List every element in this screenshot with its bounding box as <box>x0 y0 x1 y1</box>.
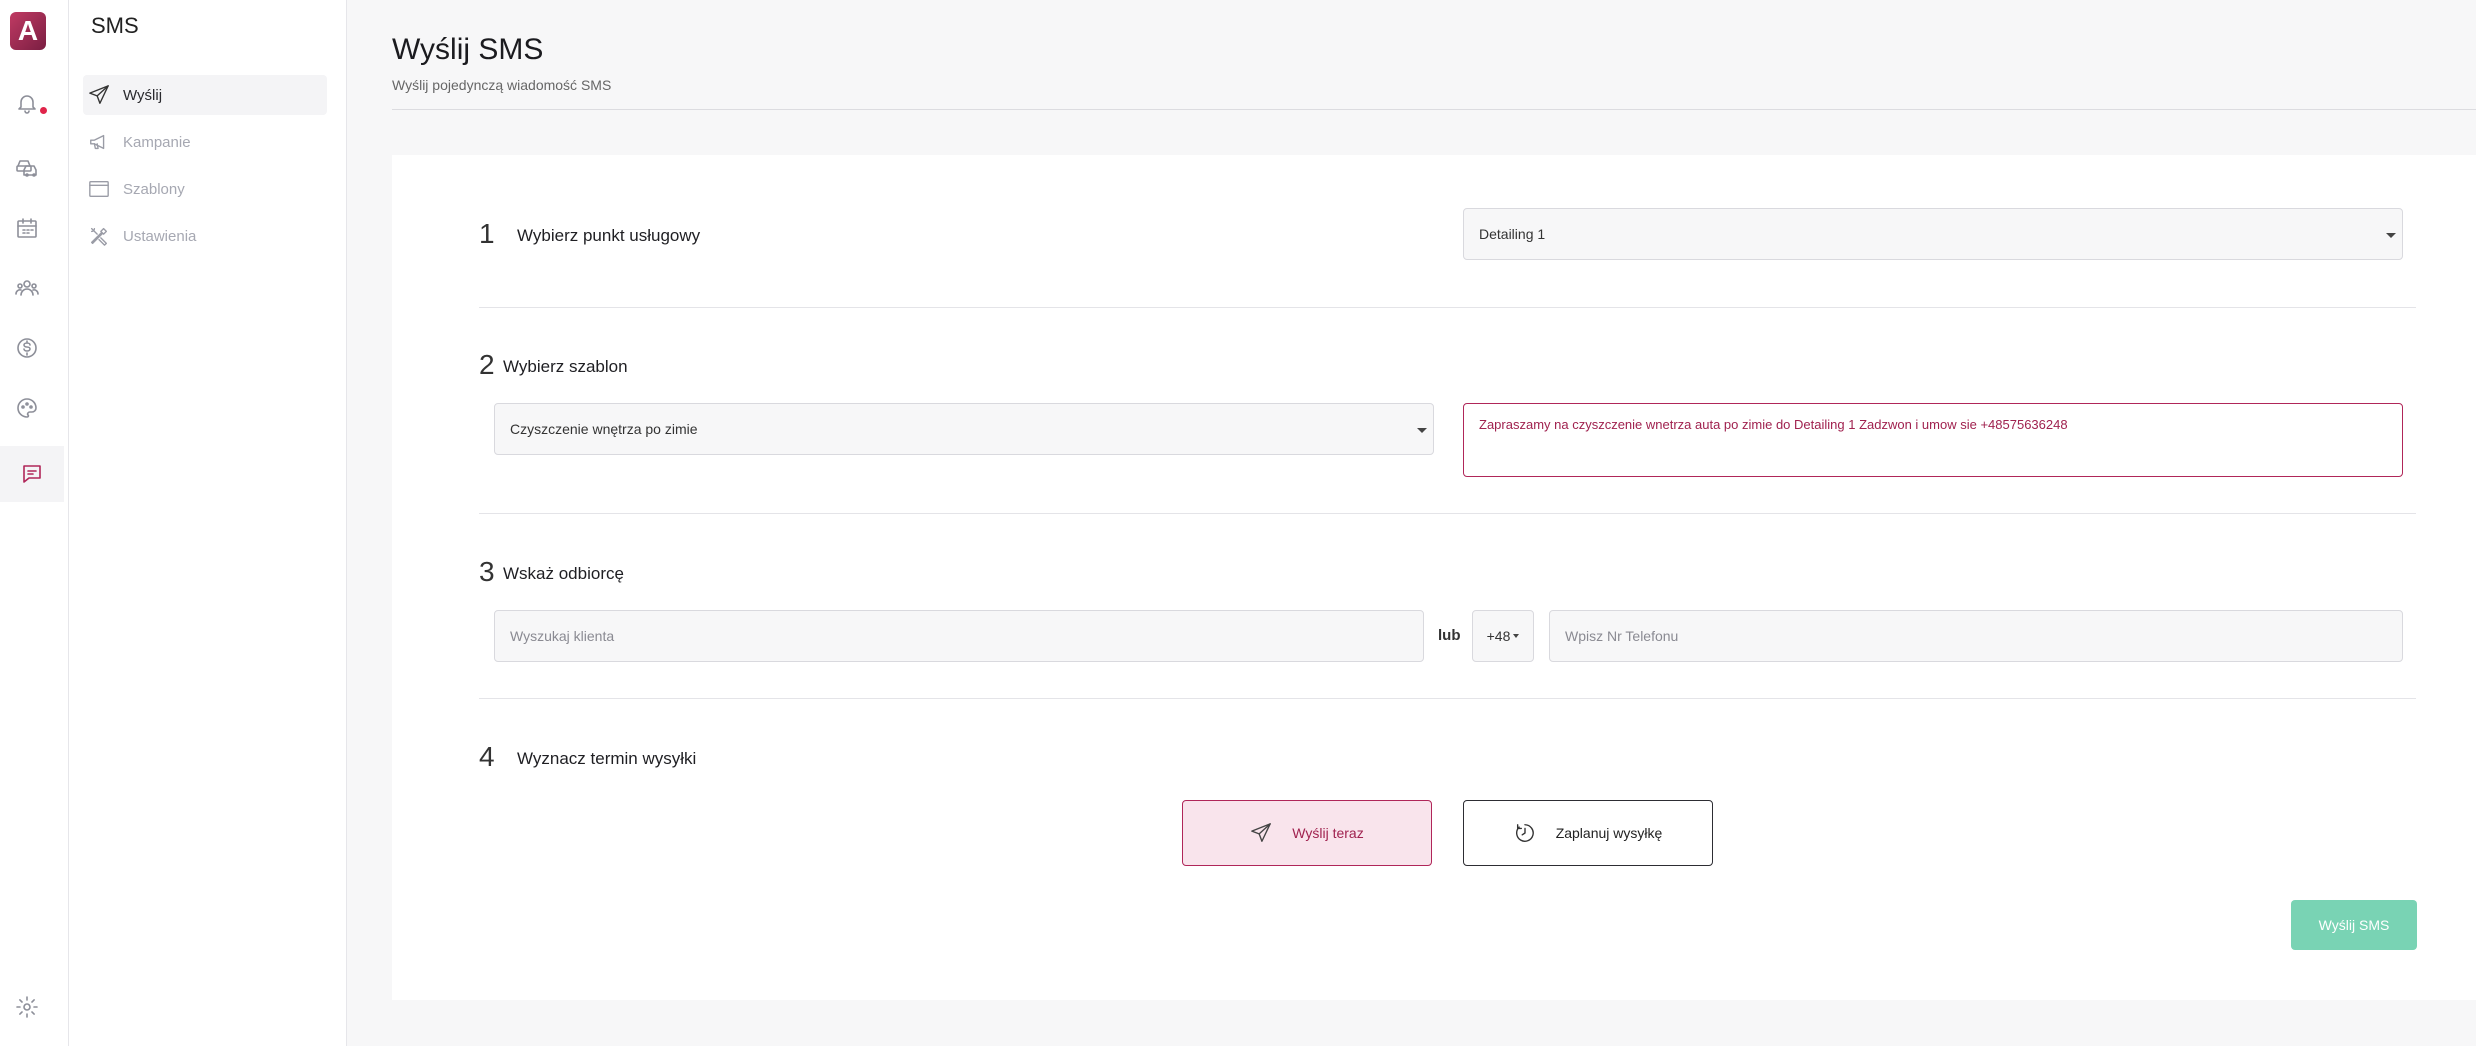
megaphone-icon <box>90 134 105 150</box>
schedule-option[interactable]: Zaplanuj wysyłkę <box>1463 800 1713 866</box>
subnav-item-campaigns[interactable]: Kampanie <box>83 122 327 162</box>
icon-rail: A <box>0 0 69 1046</box>
subnav-item-templates[interactable]: Szablony <box>83 169 327 209</box>
chevron-down-icon <box>1417 428 1427 433</box>
template-preview[interactable]: Zapraszamy na czyszczenie wnetrza auta p… <box>1463 403 2403 477</box>
rail-appearance[interactable] <box>0 386 54 430</box>
dollar-icon <box>17 338 37 358</box>
app-logo[interactable]: A <box>10 12 46 50</box>
rail-service[interactable] <box>0 146 54 190</box>
rail-clients[interactable] <box>0 266 54 310</box>
subnav-item-settings[interactable]: Ustawienia <box>83 216 327 256</box>
step-1-number: 1 <box>479 218 495 249</box>
template-icon <box>89 180 109 198</box>
sms-subnav: SMS Wyślij Kampanie Szablony Ustawienia <box>69 0 347 1046</box>
rail-sms[interactable] <box>0 446 64 502</box>
template-select[interactable]: Czyszczenie wnętrza po zimie <box>494 403 1434 455</box>
send-icon <box>89 85 109 104</box>
step-2-title: Wybierz szablon <box>503 357 628 376</box>
divider <box>479 513 2416 514</box>
notification-dot <box>40 107 47 114</box>
sms-chat-icon <box>23 465 41 483</box>
client-search-input[interactable] <box>494 610 1424 662</box>
rail-calendar[interactable] <box>0 206 54 250</box>
clients-icon <box>15 280 39 296</box>
timer-icon <box>1515 824 1534 842</box>
rail-notifications[interactable] <box>0 81 54 125</box>
subnav-item-label: Kampanie <box>123 133 191 151</box>
service-point-select[interactable]: Detailing 1 <box>1463 208 2403 260</box>
country-prefix-select[interactable]: +48 <box>1472 610 1534 662</box>
subnav-title: SMS <box>91 13 139 38</box>
subnav-item-label: Wyślij <box>123 86 163 104</box>
bell-icon <box>18 95 36 114</box>
logo-letter: A <box>17 15 39 46</box>
rail-settings[interactable] <box>0 985 54 1029</box>
subnav-item-send[interactable]: Wyślij <box>83 75 327 115</box>
step-3-title: Wskaż odbiorcę <box>503 564 624 583</box>
chevron-down-icon <box>2386 233 2396 238</box>
tools-icon <box>90 227 108 246</box>
calendar-icon <box>17 218 37 238</box>
page-subtitle: Wyślij pojedynczą wiadomość SMS <box>392 77 612 93</box>
chevron-down-icon <box>1513 634 1520 638</box>
send-sms-form: 1 Wybierz punkt usługowy Detailing 1 2 W… <box>392 155 2476 1000</box>
page-title: Wyślij SMS <box>392 33 544 66</box>
palette-icon <box>17 398 37 418</box>
divider <box>479 698 2416 699</box>
gear-icon <box>16 996 38 1018</box>
service-point-value: Detailing 1 <box>1479 226 1546 242</box>
send-sms-button[interactable]: Wyślij SMS <box>2291 900 2417 950</box>
or-label: lub <box>1438 627 1461 644</box>
send-now-label: Wyślij teraz <box>1292 825 1364 841</box>
step-1-title: Wybierz punkt usługowy <box>517 226 701 245</box>
step-2-number: 2 <box>479 349 495 380</box>
step-3-number: 3 <box>479 556 495 587</box>
divider <box>479 307 2416 308</box>
step-4-number: 4 <box>479 741 495 772</box>
phone-number-input[interactable] <box>1549 610 2403 662</box>
step-4-title: Wyznacz termin wysyłki <box>517 749 697 768</box>
subnav-item-label: Ustawienia <box>123 227 197 245</box>
rail-finance[interactable] <box>0 326 54 370</box>
schedule-label: Zaplanuj wysyłkę <box>1555 825 1663 841</box>
header-divider <box>392 109 2476 110</box>
send-now-option[interactable]: Wyślij teraz <box>1182 800 1432 866</box>
subnav-item-label: Szablony <box>123 180 185 198</box>
template-value: Czyszczenie wnętrza po zimie <box>510 421 698 437</box>
car-service-icon <box>16 160 37 177</box>
send-icon <box>1251 823 1272 842</box>
prefix-value: +48 <box>1486 628 1511 644</box>
